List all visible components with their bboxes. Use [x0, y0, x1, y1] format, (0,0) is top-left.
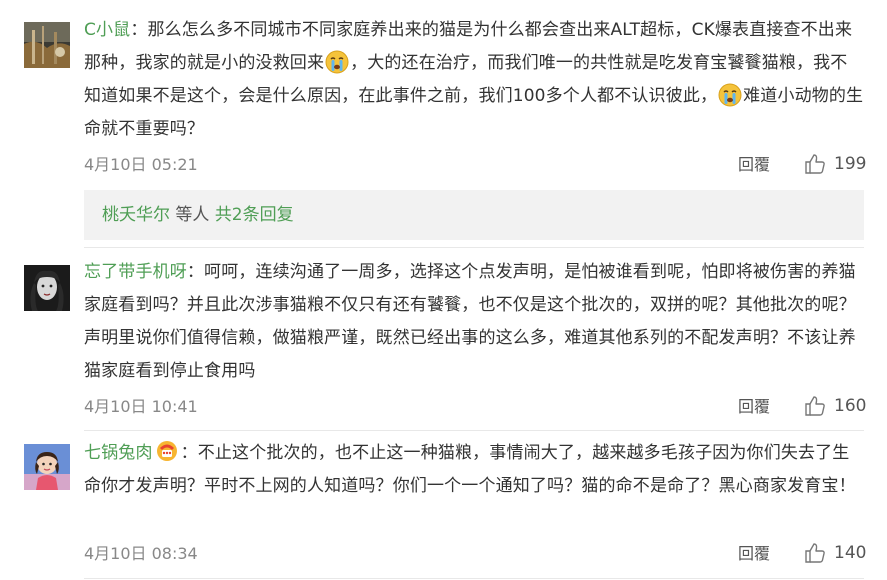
sub-reply-username[interactable]: 桃夭华尔 — [102, 205, 170, 225]
comment-text: 七锅兔肉 ：不止这个批次的，也不止这一种猫粮，事情闹大了，越来越多毛孩子因为你们失… — [84, 437, 864, 503]
avatar[interactable] — [24, 444, 70, 490]
thumbs-up-icon — [804, 153, 826, 175]
reply-button[interactable]: 回覆 — [738, 153, 770, 177]
reply-button[interactable]: 回覆 — [738, 395, 770, 419]
like-button[interactable]: 199 — [804, 151, 866, 177]
comment-text: 忘了带手机呀：呵呵，连续沟通了一周多，选择这个点发声明，是怕被谁看到呢，怕即将被… — [84, 256, 864, 388]
thumbs-up-icon — [804, 542, 826, 564]
timestamp: 4月10日 10:41 — [84, 397, 198, 416]
avatar[interactable] — [24, 265, 70, 311]
crying-face-icon — [718, 83, 742, 107]
comment-text-part: ：呵呵，连续沟通了一周多，选择这个点发声明，是怕被谁看到呢，怕即将被伤害的养猫家… — [84, 262, 856, 381]
comment-text: C小鼠：那么怎么多不同城市不同家庭养出来的猫是为什么都会查出来ALT超标，CK爆… — [84, 14, 864, 146]
username[interactable]: C小鼠 — [84, 20, 130, 40]
timestamp: 4月10日 05:21 — [84, 155, 198, 174]
like-button[interactable]: 160 — [804, 393, 866, 419]
timestamp: 4月10日 08:34 — [84, 544, 198, 563]
comment-meta: 4月10日 05:21 回覆 199 — [84, 151, 866, 177]
username[interactable]: 七锅兔肉 — [84, 443, 153, 463]
sub-reply-suffix: 等人 — [175, 205, 210, 225]
sub-replies-bar[interactable]: 桃夭华尔 等人 共2条回复 — [84, 190, 864, 240]
divider — [84, 578, 864, 579]
reply-button[interactable]: 回覆 — [738, 542, 770, 566]
crying-face-icon — [325, 50, 349, 74]
like-count: 199 — [834, 154, 867, 174]
like-count: 140 — [834, 543, 867, 563]
divider — [84, 430, 864, 431]
comment-meta: 4月10日 10:41 回覆 160 — [84, 393, 866, 419]
comment-meta: 4月10日 08:34 回覆 140 — [84, 540, 866, 566]
like-button[interactable]: 140 — [804, 540, 866, 566]
like-count: 160 — [834, 396, 867, 416]
comment-text-part: ：不止这个批次的，也不止这一种猫粮，事情闹大了，越来越多毛孩子因为你们失去了生命… — [84, 443, 856, 496]
divider — [84, 247, 864, 248]
fan-badge-icon — [155, 439, 179, 463]
thumbs-up-icon — [804, 395, 826, 417]
username[interactable]: 忘了带手机呀 — [84, 262, 187, 282]
sub-reply-total-link[interactable]: 共2条回复 — [215, 205, 294, 225]
avatar[interactable] — [24, 22, 70, 68]
